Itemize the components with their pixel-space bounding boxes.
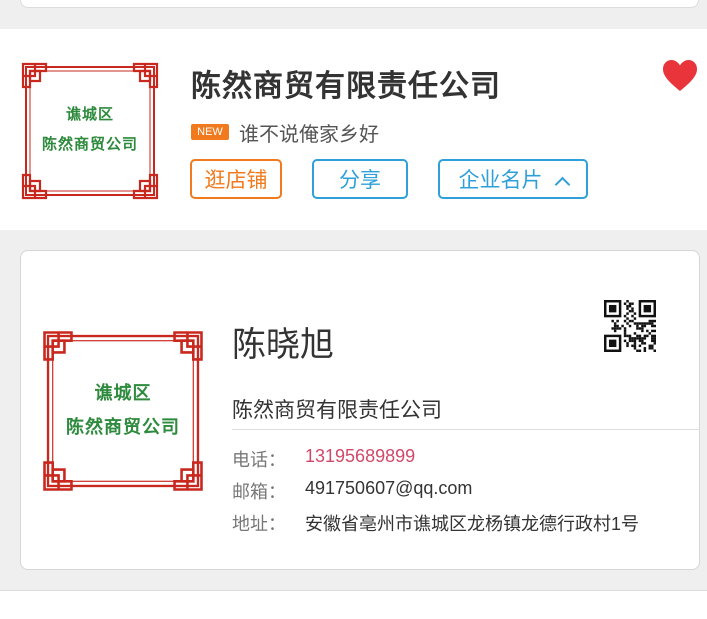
logo-frame xyxy=(21,62,159,200)
card-company-name: 陈然商贸有限责任公司 xyxy=(232,398,442,422)
address-value: 安徽省亳州市谯城区龙杨镇龙德行政村1号 xyxy=(305,514,640,534)
previous-card xyxy=(20,0,699,8)
logo-text-line1: 谯城区 xyxy=(94,383,152,404)
qr-code-icon[interactable] xyxy=(604,300,656,352)
share-button[interactable]: 分享 xyxy=(312,159,408,199)
store-slogan: 谁不说俺家乡好 xyxy=(239,122,379,146)
business-card-toggle-button[interactable]: 企业名片 xyxy=(438,159,588,199)
store-section: 谯城区 陈然商贸公司 陈然商贸有限责任公司 NEW 谁不说俺家乡好 逛店铺 分享… xyxy=(0,29,707,230)
share-label: 分享 xyxy=(339,168,381,192)
email-address[interactable]: 491750607@qq.com xyxy=(305,478,472,499)
logo-text-line1: 谯城区 xyxy=(65,105,114,123)
phone-label: 电话： xyxy=(232,450,286,471)
address-label: 地址： xyxy=(232,514,286,535)
visit-store-button[interactable]: 逛店铺 xyxy=(190,159,282,199)
store-logo[interactable]: 谯城区 陈然商贸公司 xyxy=(20,61,160,201)
phone-number[interactable]: 13195689899 xyxy=(305,446,415,467)
new-badge: NEW xyxy=(191,124,229,140)
email-label: 邮箱： xyxy=(232,482,286,503)
logo-text-line2: 陈然商贸公司 xyxy=(66,417,180,438)
visit-store-label: 逛店铺 xyxy=(204,168,268,192)
logo-text-line2: 陈然商贸公司 xyxy=(41,135,138,153)
card-logo: 谯城区 陈然商贸公司 xyxy=(41,329,205,493)
next-section xyxy=(0,590,707,619)
logo-frame xyxy=(43,331,203,491)
divider xyxy=(232,429,700,430)
contact-name: 陈晓旭 xyxy=(232,325,334,365)
business-card: 谯城区 陈然商贸公司 陈晓旭 陈然商贸有限责任公司 电话： 1319568989… xyxy=(20,250,700,570)
heart-icon[interactable] xyxy=(662,59,698,93)
store-name[interactable]: 陈然商贸有限责任公司 xyxy=(191,61,501,105)
chevron-up-icon xyxy=(554,176,570,193)
business-card-label: 企业名片 xyxy=(458,168,543,192)
